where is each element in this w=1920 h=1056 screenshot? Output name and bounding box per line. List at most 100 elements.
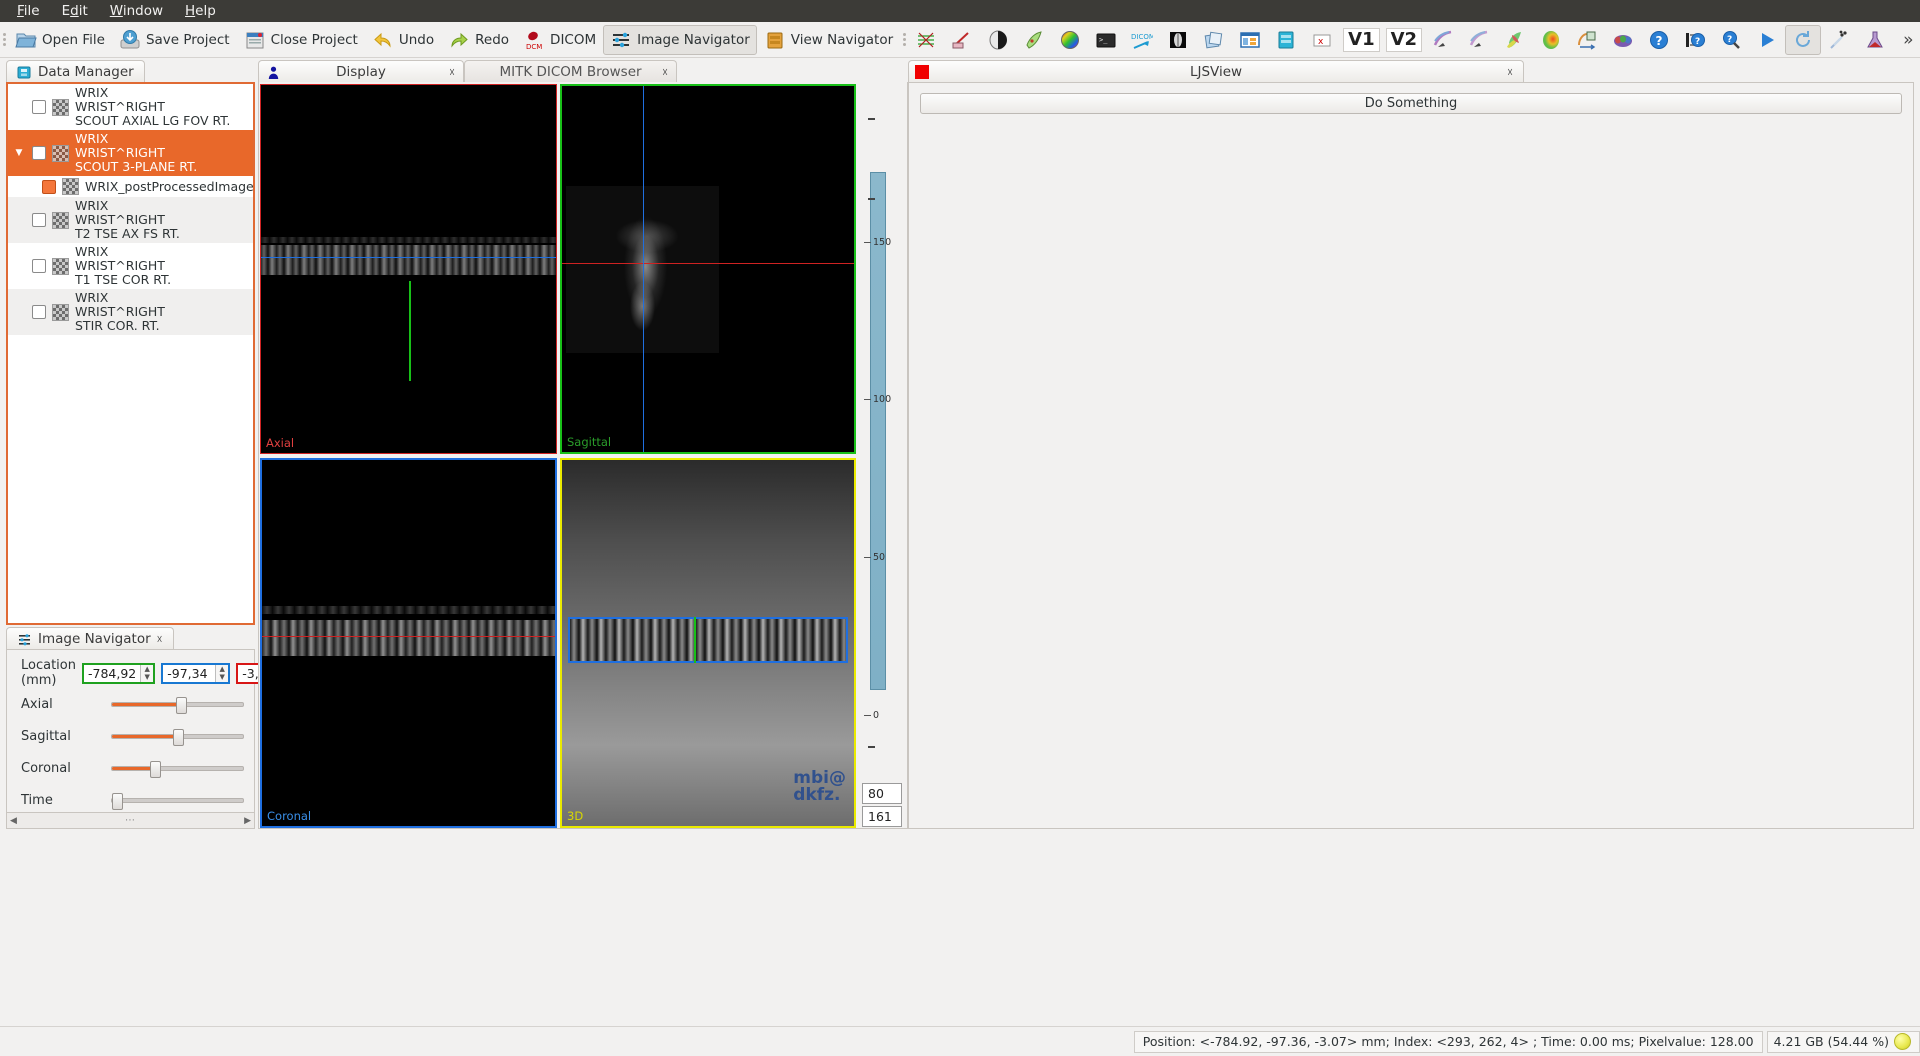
memory-usage-indicator[interactable]: 4.21 GB (54.44 %) [1766,1030,1920,1053]
data-manager-row-stir-cor[interactable]: WRIX WRIST^RIGHT STIR COR. RT. [8,289,253,335]
menu-item-help[interactable]: Help [174,0,227,22]
measurement-button[interactable] [944,25,980,55]
level-input[interactable]: 80 [862,783,902,804]
view-navigator-button[interactable]: View Navigator [757,25,900,55]
brain-button[interactable] [1605,25,1641,55]
slider-knob-time[interactable] [111,792,123,810]
help-search-button[interactable]: ? [1713,25,1749,55]
refresh-button[interactable] [1785,24,1822,55]
help-button[interactable]: ? [1641,25,1677,55]
slider-knob-sagittal[interactable] [172,728,184,746]
render-window-3d[interactable]: mbi@ dkfz. 3D [560,458,856,828]
menu-item-window[interactable]: Window [99,0,174,22]
menu-item-edit[interactable]: Edit [51,0,99,22]
visibility-checkbox[interactable] [32,259,46,273]
pointset-button[interactable] [1016,25,1052,55]
render-canvas-axial[interactable] [261,85,556,453]
do-something-button[interactable]: Do Something [920,93,1902,114]
undo-button[interactable]: Undo [365,25,441,55]
slider-axial[interactable] [111,696,244,714]
render-canvas-coronal[interactable] [262,460,555,826]
slider-time[interactable] [111,792,244,810]
mitk-workbench-button[interactable] [1160,25,1196,55]
volume-visualization-button[interactable] [980,25,1016,55]
data-manager-tree[interactable]: WRIX WRIST^RIGHT SCOUT AXIAL LG FOV RT. … [6,82,255,625]
render-window-coronal[interactable]: Coronal [260,458,557,828]
slider-knob-axial[interactable] [176,696,188,714]
visibility-checkbox[interactable] [32,146,46,160]
dicom-import-button[interactable]: DICOM [1124,25,1160,55]
help-list-button[interactable]: ? [1677,25,1713,55]
segmentation-button[interactable] [908,25,944,55]
image-navigator-horizontal-scrollbar[interactable]: ◀ ⋯ ▶ [6,812,255,829]
toolbar-grip-2[interactable] [903,27,907,53]
scroll-left-arrow-icon[interactable]: ◀ [10,816,17,826]
level-window-widget[interactable]: 150 100 50 0 [860,84,906,828]
dicom-button[interactable]: DCM DICOM [516,25,603,55]
layout-button[interactable] [1232,25,1268,55]
remove-button[interactable]: x [1304,25,1340,55]
tab-image-navigator[interactable]: Image Navigator ☓ [6,627,174,650]
spin-arrows-axial[interactable]: ▲ ▼ [140,664,154,682]
screenshot-button[interactable]: >_ [1088,25,1124,55]
open-file-button[interactable]: Open File [8,25,112,55]
v1-button[interactable]: V1 [1343,27,1380,52]
row-line-1: WRIX [75,244,109,259]
visibility-checkbox[interactable] [32,213,46,227]
scroll-right-arrow-icon[interactable]: ▶ [244,816,251,826]
location-axial-spinbox[interactable]: -784,92 ▲ ▼ [81,662,156,684]
crosshair-horizontal-axial [562,263,854,264]
image-navigator-button[interactable]: Image Navigator [603,24,757,55]
data-manager-row-scout-3-plane[interactable]: ▼ WRIX WRIST^RIGHT SCOUT 3-PLANE RT. [8,130,253,176]
render-window-axial[interactable]: Axial [260,84,557,454]
tab-mitk-dicom-browser[interactable]: MITK DICOM Browser ☓ [464,60,677,83]
data-thumbnail [52,303,69,321]
close-project-button[interactable]: Close Project [237,25,365,55]
close-icon[interactable]: ☓ [449,66,455,79]
tab-ljsview[interactable]: LJSView ☓ [908,60,1524,83]
row-line-2: WRIST^RIGHT [75,145,165,160]
data-manager-row-wrix-postprocessed-image[interactable]: WRIX_postProcessedImage [8,176,253,197]
render-canvas-3d[interactable]: mbi@ dkfz. [562,460,854,826]
fiber-button[interactable] [1461,25,1497,55]
menu-item-file[interactable]: File [6,0,51,22]
slider-knob-coronal[interactable] [150,760,162,778]
flask-button[interactable] [1857,25,1893,55]
window-input[interactable]: 161 [862,806,902,827]
visibility-checkbox[interactable] [32,305,46,319]
slider-sagittal[interactable] [111,728,244,746]
save-project-button[interactable]: Save Project [112,25,237,55]
close-icon[interactable]: ☓ [1507,66,1513,79]
registration-button[interactable] [1569,25,1605,55]
dti-button[interactable] [1425,25,1461,55]
color-map-button[interactable] [1052,25,1088,55]
toolbar-grip[interactable] [3,27,6,53]
redo-button[interactable]: Redo [441,25,516,55]
spin-arrows-sagittal[interactable]: ▲ ▼ [215,664,229,682]
close-icon[interactable]: ☓ [662,66,668,79]
perfusion-button[interactable] [1533,25,1569,55]
visibility-checkbox[interactable] [32,100,46,114]
expand-arrow-icon[interactable]: ▼ [12,148,26,158]
data-manager-row-t2-tse-ax-fs[interactable]: WRIX WRIST^RIGHT T2 TSE AX FS RT. [8,197,253,243]
level-window-bar[interactable] [870,172,886,690]
connectomics-button[interactable] [1497,25,1533,55]
data-manager-row-scout-axial-lg-fov[interactable]: WRIX WRIST^RIGHT SCOUT AXIAL LG FOV RT. [8,84,253,130]
multilabel-button[interactable] [1196,25,1232,55]
render-window-label-coronal: Coronal [267,809,312,823]
close-icon[interactable]: ☓ [157,633,163,646]
location-sagittal-spinbox[interactable]: -97,34 ▲ ▼ [161,662,231,684]
v2-button[interactable]: V2 [1385,27,1423,52]
toolbar-overflow-button[interactable]: » [1893,30,1920,50]
render-canvas-sagittal[interactable] [562,86,854,452]
data-manager-row-t1-tse-cor[interactable]: WRIX WRIST^RIGHT T1 TSE COR RT. [8,243,253,289]
render-window-sagittal[interactable]: Sagittal [560,84,856,454]
tab-display[interactable]: Display ☓ [258,60,464,83]
scroll-handle[interactable]: ⋯ [125,815,136,826]
play-button[interactable] [1749,25,1785,55]
scatter-button[interactable] [1821,25,1857,55]
tab-data-manager[interactable]: Data Manager [6,60,145,83]
visibility-checkbox[interactable] [42,179,56,194]
data-storage-button[interactable] [1268,25,1304,55]
slider-coronal[interactable] [111,760,244,778]
